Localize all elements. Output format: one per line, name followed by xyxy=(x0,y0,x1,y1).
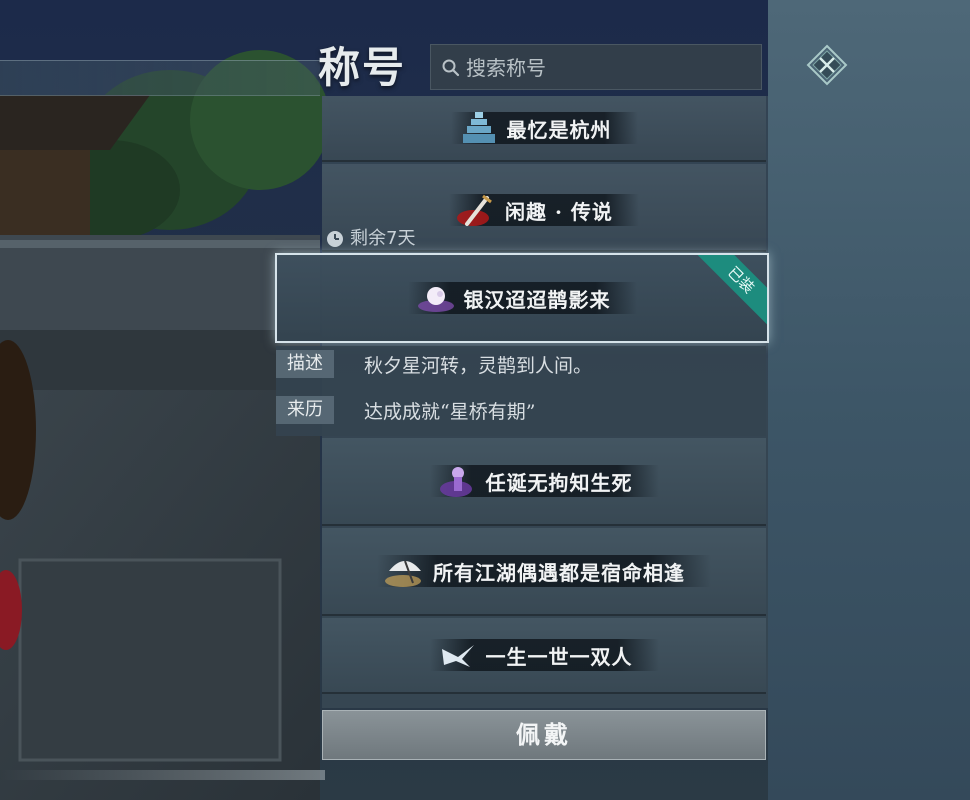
remaining-time: 剩余7天 xyxy=(326,226,415,252)
title-label: 闲趣 · 传说 xyxy=(505,199,613,224)
title-label: 任诞无拘知生死 xyxy=(485,470,633,495)
title-item[interactable]: 最忆是杭州 xyxy=(322,96,766,162)
moon-icon xyxy=(417,287,454,312)
search-icon xyxy=(442,59,460,77)
clock-icon xyxy=(327,231,343,247)
title-item[interactable]: 所有江湖偶遇都是宿命相逢 xyxy=(322,528,766,616)
swallow-icon xyxy=(441,645,474,667)
description-text: 秋夕星河转，灵鹊到人间。 xyxy=(364,354,593,377)
title-label: 一生一世一双人 xyxy=(485,644,633,669)
purple-figure-icon xyxy=(439,467,472,497)
origin-text: 达成成就“星桥有期” xyxy=(364,400,536,423)
title-item-selected[interactable]: 已装 银汉迢迢鹊影来 xyxy=(275,253,769,343)
description-label: 描述 xyxy=(276,350,334,378)
origin-label: 来历 xyxy=(276,396,334,424)
title-label: 银汉迢迢鹊影来 xyxy=(463,287,611,312)
search-input[interactable]: 搜索称号 xyxy=(430,44,762,90)
sword-icon xyxy=(457,194,492,226)
title-label: 最忆是杭州 xyxy=(506,117,612,142)
pagoda-icon xyxy=(462,112,495,143)
title-item[interactable]: 一生一世一双人 xyxy=(322,618,766,694)
close-icon[interactable] xyxy=(806,44,848,86)
remaining-time-text: 剩余7天 xyxy=(350,228,416,249)
search-placeholder: 搜索称号 xyxy=(466,56,546,80)
page-title: 称号 xyxy=(318,43,407,92)
title-detail: 描述 秋夕星河转，灵鹊到人间。 来历 达成成就“星桥有期” xyxy=(276,346,766,436)
umbrella-icon xyxy=(385,560,421,587)
title-label: 所有江湖偶遇都是宿命相逢 xyxy=(433,560,685,585)
title-item[interactable]: 任诞无拘知生死 xyxy=(322,438,766,526)
wear-button[interactable]: 佩戴 xyxy=(322,710,766,760)
